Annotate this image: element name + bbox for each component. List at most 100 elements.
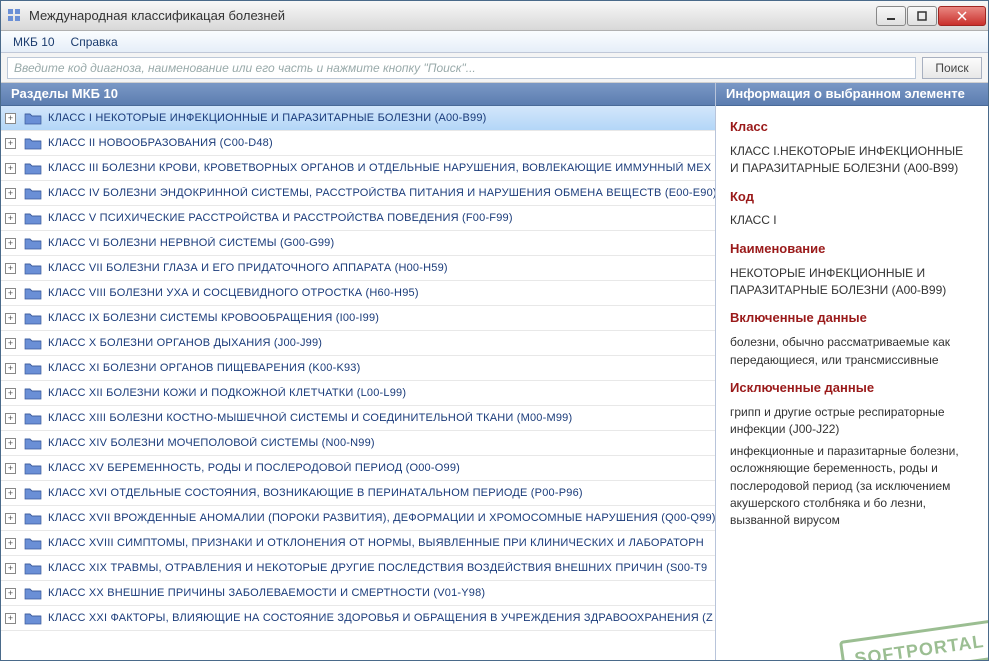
tree-row[interactable]: + КЛАСС XIV БОЛЕЗНИ МОЧЕПОЛОВОЙ СИСТЕМЫ (…	[1, 431, 715, 456]
tree-row[interactable]: + КЛАСС XII БОЛЕЗНИ КОЖИ И ПОДКОЖНОЙ КЛЕТ…	[1, 381, 715, 406]
expand-icon[interactable]: +	[5, 363, 16, 374]
tree-row[interactable]: + КЛАСС XXI ФАКТОРЫ, ВЛИЯЮЩИЕ НА СОСТОЯНИ…	[1, 606, 715, 631]
expand-icon[interactable]: +	[5, 563, 16, 574]
expand-icon[interactable]: +	[5, 113, 16, 124]
expand-icon[interactable]: +	[5, 413, 16, 424]
close-button[interactable]	[938, 6, 986, 26]
tree-row[interactable]: + КЛАСС VI БОЛЕЗНИ НЕРВНОЙ СИСТЕМЫ (G00-G…	[1, 231, 715, 256]
expand-icon[interactable]: +	[5, 238, 16, 249]
expand-icon[interactable]: +	[5, 163, 16, 174]
folder-icon	[24, 336, 42, 350]
expand-icon[interactable]: +	[5, 338, 16, 349]
expand-icon[interactable]: +	[5, 613, 16, 624]
folder-icon	[24, 161, 42, 175]
info-excluded-value2: инфекционные и паразитарные болезни, осл…	[730, 443, 974, 530]
maximize-button[interactable]	[907, 6, 937, 26]
info-included-label: Включенные данные	[730, 309, 974, 328]
expand-icon[interactable]: +	[5, 438, 16, 449]
tree-row-label: КЛАСС XV БЕРЕМЕННОСТЬ, РОДЫ И ПОСЛЕРОДОВ…	[48, 462, 460, 474]
expand-icon[interactable]: +	[5, 288, 16, 299]
tree-row[interactable]: + КЛАСС IV БОЛЕЗНИ ЭНДОКРИННОЙ СИСТЕМЫ, Р…	[1, 181, 715, 206]
menu-mkb10[interactable]: МКБ 10	[5, 33, 63, 51]
tree-view[interactable]: + КЛАСС I НЕКОТОРЫЕ ИНФЕКЦИОННЫЕ И ПАРАЗИ…	[1, 106, 715, 660]
info-excluded-label: Исключенные данные	[730, 379, 974, 398]
tree-row-label: КЛАСС XIX ТРАВМЫ, ОТРАВЛЕНИЯ И НЕКОТОРЫЕ…	[48, 562, 707, 574]
expand-icon[interactable]: +	[5, 513, 16, 524]
folder-icon	[24, 361, 42, 375]
info-body: Класс КЛАСС I.НЕКОТОРЫЕ ИНФЕКЦИОННЫЕ И П…	[716, 106, 988, 660]
watermark-text: SOFTPORTAL	[839, 619, 988, 660]
tree-row[interactable]: + КЛАСС XIII БОЛЕЗНИ КОСТНО-МЫШЕЧНОЙ СИСТ…	[1, 406, 715, 431]
folder-icon	[24, 261, 42, 275]
folder-icon	[24, 286, 42, 300]
tree-row[interactable]: + КЛАСС XVIII СИМПТОМЫ, ПРИЗНАКИ И ОТКЛОН…	[1, 531, 715, 556]
tree-row[interactable]: + КЛАСС XVII ВРОЖДЕННЫЕ АНОМАЛИИ (ПОРОКИ …	[1, 506, 715, 531]
folder-icon	[24, 461, 42, 475]
tree-row[interactable]: +КЛАСС VII БОЛЕЗНИ ГЛАЗА И ЕГО ПРИДАТОЧН…	[1, 256, 715, 281]
tree-row[interactable]: + КЛАСС XVI ОТДЕЛЬНЫЕ СОСТОЯНИЯ, ВОЗНИКАЮ…	[1, 481, 715, 506]
folder-icon	[24, 386, 42, 400]
tree-row-label: КЛАСС I НЕКОТОРЫЕ ИНФЕКЦИОННЫЕ И ПАРАЗИТ…	[48, 112, 487, 124]
window-title: Международная классификацая болезней	[29, 8, 876, 23]
menu-help[interactable]: Справка	[63, 33, 126, 51]
tree-row-label: КЛАСС VIII БОЛЕЗНИ УХА И СОСЦЕВИДНОГО ОТ…	[48, 287, 419, 299]
search-input[interactable]	[7, 57, 916, 79]
tree-row-label: КЛАСС XI БОЛЕЗНИ ОРГАНОВ ПИЩЕВАРЕНИЯ (K0…	[48, 362, 360, 374]
tree-row-label: КЛАСС XXI ФАКТОРЫ, ВЛИЯЮЩИЕ НА СОСТОЯНИЕ…	[48, 612, 713, 624]
expand-icon[interactable]: +	[5, 463, 16, 474]
tree-row-label: КЛАСС XVIII СИМПТОМЫ, ПРИЗНАКИ И ОТКЛОНЕ…	[48, 537, 704, 549]
expand-icon[interactable]: +	[5, 313, 16, 324]
folder-icon	[24, 561, 42, 575]
expand-icon[interactable]: +	[5, 388, 16, 399]
info-code-value: КЛАСС I	[730, 212, 974, 229]
expand-icon[interactable]: +	[5, 213, 16, 224]
tree-row-label: КЛАСС XVII ВРОЖДЕННЫЕ АНОМАЛИИ (ПОРОКИ Р…	[48, 512, 715, 524]
minimize-button[interactable]	[876, 6, 906, 26]
tree-row[interactable]: + КЛАСС VIII БОЛЕЗНИ УХА И СОСЦЕВИДНОГО О…	[1, 281, 715, 306]
tree-row[interactable]: +КЛАСС X БОЛЕЗНИ ОРГАНОВ ДЫХАНИЯ (J00-J9…	[1, 331, 715, 356]
tree-row[interactable]: +КЛАСС IX БОЛЕЗНИ СИСТЕМЫ КРОВООБРАЩЕНИЯ…	[1, 306, 715, 331]
tree-row-label: КЛАСС V ПСИХИЧЕСКИЕ РАССТРОЙСТВА И РАССТ…	[48, 212, 513, 224]
tree-row[interactable]: + КЛАСС XIX ТРАВМЫ, ОТРАВЛЕНИЯ И НЕКОТОРЫ…	[1, 556, 715, 581]
search-button[interactable]: Поиск	[922, 57, 982, 79]
expand-icon[interactable]: +	[5, 588, 16, 599]
expand-icon[interactable]: +	[5, 538, 16, 549]
tree-row-label: КЛАСС XVI ОТДЕЛЬНЫЕ СОСТОЯНИЯ, ВОЗНИКАЮЩ…	[48, 487, 583, 499]
tree-row[interactable]: +КЛАСС XX ВНЕШНИЕ ПРИЧИНЫ ЗАБОЛЕВАЕМОСТИ…	[1, 581, 715, 606]
right-panel: Информация о выбранном элементе Класс КЛ…	[716, 83, 988, 660]
titlebar: Международная классификацая болезней	[1, 1, 988, 31]
folder-icon	[24, 486, 42, 500]
content: Разделы МКБ 10 + КЛАСС I НЕКОТОРЫЕ ИНФЕКЦ…	[1, 83, 988, 660]
app-window: Международная классификацая болезней МКБ…	[0, 0, 989, 661]
expand-icon[interactable]: +	[5, 138, 16, 149]
tree-row-label: КЛАСС XII БОЛЕЗНИ КОЖИ И ПОДКОЖНОЙ КЛЕТЧ…	[48, 387, 406, 399]
tree-row[interactable]: + КЛАСС V ПСИХИЧЕСКИЕ РАССТРОЙСТВА И РАСС…	[1, 206, 715, 231]
expand-icon[interactable]: +	[5, 488, 16, 499]
tree-row-label: КЛАСС III БОЛЕЗНИ КРОВИ, КРОВЕТВОРНЫХ ОР…	[48, 162, 711, 174]
info-name-label: Наименование	[730, 240, 974, 259]
folder-icon	[24, 536, 42, 550]
tree-row[interactable]: + КЛАСС II НОВООБРАЗОВАНИЯ (C00-D48)	[1, 131, 715, 156]
tree-row-label: КЛАСС VI БОЛЕЗНИ НЕРВНОЙ СИСТЕМЫ (G00-G9…	[48, 237, 334, 249]
window-buttons	[876, 6, 986, 26]
info-name-value: НЕКОТОРЫЕ ИНФЕКЦИОННЫЕ И ПАРАЗИТАРНЫЕ БО…	[730, 265, 974, 300]
tree-row-label: КЛАСС II НОВООБРАЗОВАНИЯ (C00-D48)	[48, 137, 273, 149]
folder-icon	[24, 311, 42, 325]
left-panel-header: Разделы МКБ 10	[1, 83, 715, 106]
app-icon	[7, 8, 23, 24]
search-bar: Поиск	[1, 53, 988, 83]
expand-icon[interactable]: +	[5, 263, 16, 274]
folder-icon	[24, 236, 42, 250]
tree-row[interactable]: + КЛАСС I НЕКОТОРЫЕ ИНФЕКЦИОННЫЕ И ПАРАЗИ…	[1, 106, 715, 131]
info-class-value: КЛАСС I.НЕКОТОРЫЕ ИНФЕКЦИОННЫЕ И ПАРАЗИТ…	[730, 143, 974, 178]
tree-row-label: КЛАСС IV БОЛЕЗНИ ЭНДОКРИННОЙ СИСТЕМЫ, РА…	[48, 187, 715, 199]
tree-row-label: КЛАСС XIV БОЛЕЗНИ МОЧЕПОЛОВОЙ СИСТЕМЫ (N…	[48, 437, 375, 449]
tree-row[interactable]: + КЛАСС XI БОЛЕЗНИ ОРГАНОВ ПИЩЕВАРЕНИЯ (K…	[1, 356, 715, 381]
tree-row[interactable]: + КЛАСС XV БЕРЕМЕННОСТЬ, РОДЫ И ПОСЛЕРОДО…	[1, 456, 715, 481]
tree-row-label: КЛАСС XIII БОЛЕЗНИ КОСТНО-МЫШЕЧНОЙ СИСТЕ…	[48, 412, 572, 424]
expand-icon[interactable]: +	[5, 188, 16, 199]
right-panel-header: Информация о выбранном элементе	[716, 83, 988, 106]
folder-icon	[24, 586, 42, 600]
tree-row[interactable]: + КЛАСС III БОЛЕЗНИ КРОВИ, КРОВЕТВОРНЫХ О…	[1, 156, 715, 181]
info-excluded-value1: грипп и другие острые респираторные инфе…	[730, 404, 974, 439]
